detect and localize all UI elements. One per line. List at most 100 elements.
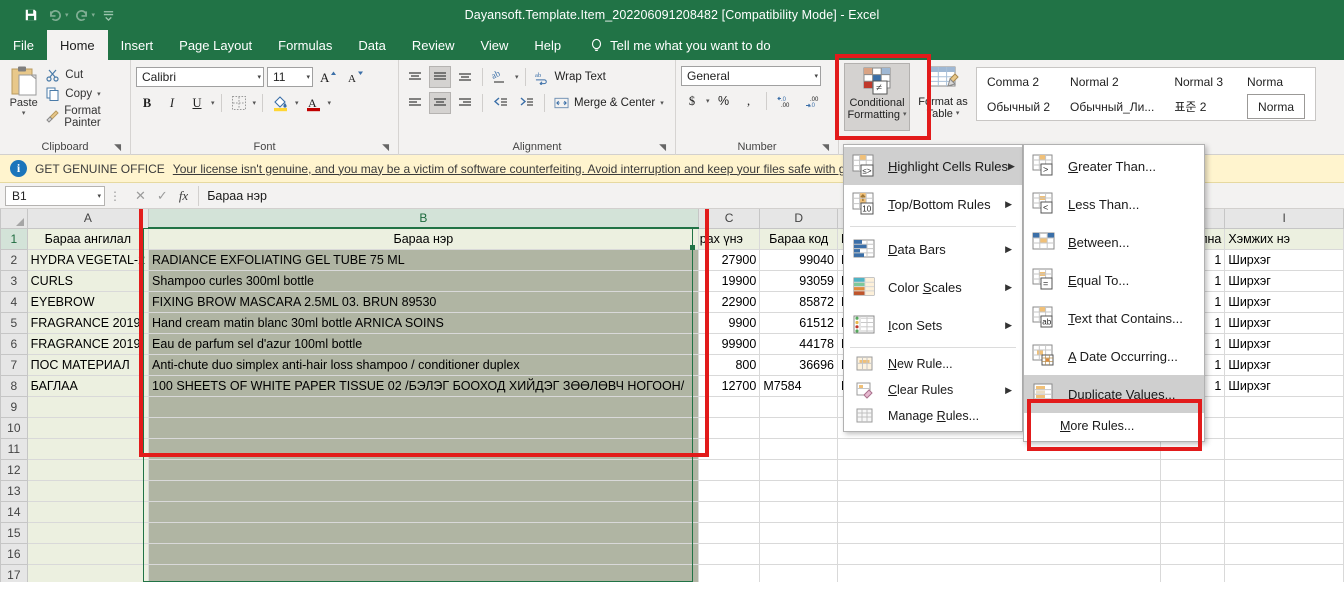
cell-C14[interactable] bbox=[697, 500, 761, 523]
cell-D10[interactable] bbox=[759, 416, 839, 439]
style-comma-2[interactable]: Comma 2 bbox=[987, 69, 1050, 94]
style-pyojun-2[interactable]: 표준 2 bbox=[1174, 94, 1223, 119]
chevron-down-icon[interactable]: ▾ bbox=[97, 192, 101, 200]
style-normal-4[interactable]: Norma bbox=[1247, 69, 1305, 94]
cell-D14[interactable] bbox=[759, 500, 839, 523]
cell-I4[interactable]: Ширхэг bbox=[1224, 290, 1344, 313]
tab-file[interactable]: File bbox=[0, 30, 47, 60]
menu-item-greater-than[interactable]: > Greater Than... bbox=[1024, 147, 1204, 185]
cell-B10[interactable] bbox=[148, 416, 699, 439]
cell-A15[interactable] bbox=[26, 521, 150, 544]
cell-D7[interactable]: 36696 bbox=[759, 353, 839, 376]
cell-A12[interactable] bbox=[26, 458, 150, 481]
orientation-dropdown-icon[interactable]: ▾ bbox=[515, 73, 519, 81]
cell-C16[interactable] bbox=[697, 542, 761, 565]
column-header-B[interactable]: B bbox=[148, 209, 699, 229]
cell-B14[interactable] bbox=[148, 500, 699, 523]
cell-B13[interactable] bbox=[148, 479, 699, 502]
cell-E14[interactable] bbox=[837, 500, 1162, 523]
cell-D12[interactable] bbox=[759, 458, 839, 481]
grow-font-button[interactable]: A bbox=[316, 66, 340, 88]
cell-A3[interactable]: CURLS bbox=[26, 269, 150, 292]
menu-item-color-scales[interactable]: Color Scales ▶ bbox=[844, 268, 1022, 306]
column-header-A[interactable]: A bbox=[26, 209, 150, 229]
tab-home[interactable]: Home bbox=[46, 30, 108, 60]
decrease-decimal-button[interactable]: .00.0 bbox=[802, 90, 828, 112]
name-box[interactable]: B1 ▾ bbox=[5, 185, 105, 206]
cell-A13[interactable] bbox=[26, 479, 150, 502]
style-obychnyy-li[interactable]: Обычный_Ли... bbox=[1070, 94, 1154, 119]
row-header-15[interactable]: 15 bbox=[0, 521, 28, 544]
menu-item-between[interactable]: Between... bbox=[1024, 223, 1204, 261]
tab-help[interactable]: Help bbox=[521, 30, 574, 60]
style-normal-3[interactable]: Normal 3 bbox=[1174, 69, 1223, 94]
cell-A14[interactable] bbox=[26, 500, 150, 523]
tab-data[interactable]: Data bbox=[345, 30, 398, 60]
cell-B9[interactable] bbox=[148, 395, 699, 418]
menu-item-new-rule[interactable]: New Rule... bbox=[844, 351, 1022, 377]
increase-indent-button[interactable] bbox=[515, 92, 538, 114]
select-all-corner[interactable] bbox=[0, 209, 28, 229]
cell-I9[interactable] bbox=[1224, 395, 1344, 418]
percent-style-button[interactable]: % bbox=[713, 90, 735, 112]
menu-item-icon-sets[interactable]: Icon Sets ▶ bbox=[844, 306, 1022, 344]
comma-style-button[interactable]: , bbox=[738, 90, 760, 112]
cell-I13[interactable] bbox=[1224, 479, 1344, 502]
row-header-17[interactable]: 17 bbox=[0, 563, 28, 582]
conditional-formatting-button[interactable]: ≠ Conditional Formatting ▾ bbox=[844, 63, 910, 131]
number-dialog-launcher[interactable]: ◥ bbox=[822, 142, 829, 153]
column-header-C[interactable]: C bbox=[697, 209, 761, 229]
chevron-down-icon[interactable]: ▾ bbox=[956, 108, 960, 120]
menu-item-manage-rules[interactable]: Manage Rules... bbox=[844, 403, 1022, 429]
align-middle-button[interactable] bbox=[429, 66, 451, 88]
decrease-indent-button[interactable] bbox=[489, 92, 512, 114]
cell-D16[interactable] bbox=[759, 542, 839, 565]
menu-item-duplicate-values[interactable]: Duplicate Values... bbox=[1024, 375, 1204, 413]
cell-C5[interactable]: 9900 bbox=[697, 311, 761, 334]
merge-dropdown-icon[interactable]: ▾ bbox=[660, 99, 664, 107]
cell-B7[interactable]: Anti-chute duo simplex anti-hair loss sh… bbox=[148, 353, 699, 376]
cell-A6[interactable]: FRAGRANCE 2019 bbox=[26, 332, 150, 355]
cell-A9[interactable] bbox=[26, 395, 150, 418]
cell-A2[interactable]: HYDRA VEGETAL-2 bbox=[26, 248, 150, 271]
cell-B3[interactable]: Shampoo curles 300ml bottle bbox=[148, 269, 699, 292]
row-header-14[interactable]: 14 bbox=[0, 500, 28, 523]
cell-B1[interactable]: Бараа нэр bbox=[148, 227, 699, 250]
font-color-dropdown-icon[interactable]: ▾ bbox=[328, 99, 332, 107]
cell-C7[interactable]: 800 bbox=[697, 353, 761, 376]
font-color-button[interactable]: A bbox=[302, 92, 325, 114]
align-bottom-button[interactable] bbox=[454, 66, 476, 88]
cell-I2[interactable]: Ширхэг bbox=[1224, 248, 1344, 271]
tab-view[interactable]: View bbox=[467, 30, 521, 60]
align-top-button[interactable] bbox=[404, 66, 426, 88]
cell-I3[interactable]: Ширхэг bbox=[1224, 269, 1344, 292]
menu-item-top-bottom-rules[interactable]: 10 Top/Bottom Rules ▶ bbox=[844, 185, 1022, 223]
cell-A16[interactable] bbox=[26, 542, 150, 565]
cell-B6[interactable]: Eau de parfum sel d'azur 100ml bottle bbox=[148, 332, 699, 355]
cell-C17[interactable] bbox=[697, 563, 761, 582]
row-header-1[interactable]: 1 bbox=[0, 227, 28, 250]
fill-color-dropdown-icon[interactable]: ▾ bbox=[295, 99, 299, 107]
row-header-6[interactable]: 6 bbox=[0, 332, 28, 355]
cell-D3[interactable]: 93059 bbox=[759, 269, 839, 292]
insert-function-icon[interactable]: fx bbox=[179, 188, 188, 204]
copy-dropdown-icon[interactable]: ▾ bbox=[97, 90, 101, 98]
align-right-button[interactable] bbox=[454, 92, 476, 114]
cell-I7[interactable]: Ширхэг bbox=[1224, 353, 1344, 376]
row-header-16[interactable]: 16 bbox=[0, 542, 28, 565]
cell-I17[interactable] bbox=[1224, 563, 1344, 582]
row-header-4[interactable]: 4 bbox=[0, 290, 28, 313]
style-normal-selected[interactable]: Norma bbox=[1247, 94, 1306, 119]
menu-item-a-date-occurring[interactable]: A Date Occurring... bbox=[1024, 337, 1204, 375]
alignment-dialog-launcher[interactable]: ◥ bbox=[659, 142, 666, 153]
cell-I5[interactable]: Ширхэг bbox=[1224, 311, 1344, 334]
cell-I15[interactable] bbox=[1224, 521, 1344, 544]
cell-C2[interactable]: 27900 bbox=[697, 248, 761, 271]
cell-I1[interactable]: Хэмжих нэ bbox=[1224, 227, 1344, 250]
cell-D15[interactable] bbox=[759, 521, 839, 544]
cell-I14[interactable] bbox=[1224, 500, 1344, 523]
formula-bar-handle[interactable]: ⋮ bbox=[105, 189, 125, 203]
cell-I12[interactable] bbox=[1224, 458, 1344, 481]
currency-button[interactable]: $ bbox=[681, 90, 703, 112]
cell-H16[interactable] bbox=[1160, 542, 1226, 565]
